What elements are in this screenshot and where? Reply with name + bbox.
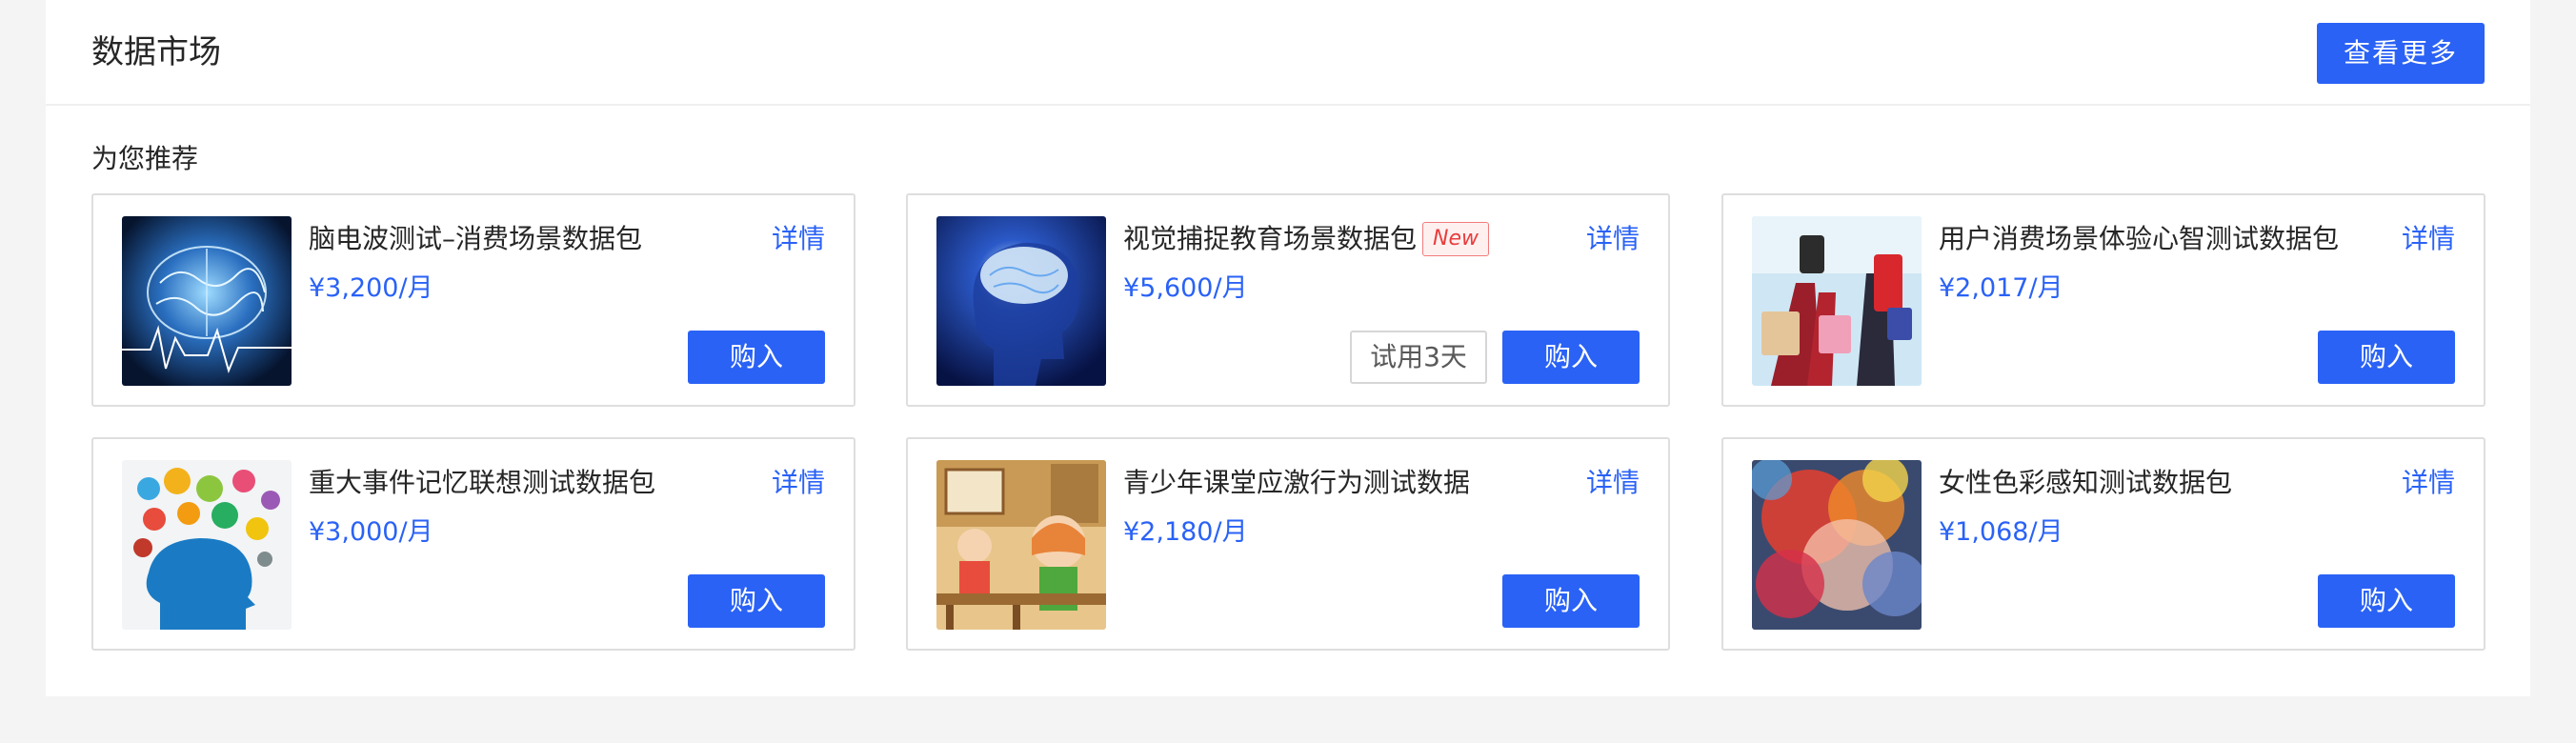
section-title: 为您推荐 [91, 143, 199, 174]
shopping-women-image [1752, 216, 1922, 386]
color-explosion-image [1752, 460, 1922, 630]
product-price: ¥3,200/月 [309, 273, 433, 303]
buy-button[interactable]: 购入 [688, 574, 825, 628]
buy-button[interactable]: 购入 [1502, 331, 1640, 384]
product-name-text: 视觉捕捉教育场景数据包 [1123, 223, 1418, 254]
product-card: 女性色彩感知测试数据包 详情 ¥1,068/月 购入 [1721, 437, 2485, 651]
view-more-button[interactable]: 查看更多 [2317, 23, 2485, 84]
product-price: ¥2,017/月 [1939, 273, 2063, 303]
product-name: 视觉捕捉教育场景数据包 New [1123, 220, 1490, 258]
product-card: 脑电波测试–消费场景数据包 详情 ¥3,200/月 购入 [91, 193, 855, 407]
product-name: 女性色彩感知测试数据包 [1939, 467, 2233, 498]
product-price: ¥1,068/月 [1939, 517, 2063, 547]
buy-button[interactable]: 购入 [2318, 574, 2455, 628]
classroom-cartoon-image [936, 460, 1106, 630]
product-price: ¥3,000/月 [309, 517, 433, 547]
detail-link[interactable]: 详情 [2402, 220, 2455, 258]
product-card: 视觉捕捉教育场景数据包 New 详情 ¥5,600/月 试用3天 购入 [906, 193, 1670, 407]
detail-link[interactable]: 详情 [1586, 464, 1640, 502]
brain-waves-image [122, 216, 292, 386]
page-title: 数据市场 [91, 33, 221, 71]
product-name: 青少年课堂应激行为测试数据 [1123, 467, 1471, 498]
detail-link[interactable]: 详情 [2402, 464, 2455, 502]
buy-button[interactable]: 购入 [688, 331, 825, 384]
product-card: 重大事件记忆联想测试数据包 详情 ¥3,000/月 购入 [91, 437, 855, 651]
new-badge: New [1422, 222, 1490, 256]
product-card: 青少年课堂应激行为测试数据 详情 ¥2,180/月 购入 [906, 437, 1670, 651]
buy-button[interactable]: 购入 [2318, 331, 2455, 384]
product-card: 用户消费场景体验心智测试数据包 详情 ¥2,017/月 购入 [1721, 193, 2485, 407]
trial-button[interactable]: 试用3天 [1350, 331, 1487, 384]
buy-button[interactable]: 购入 [1502, 574, 1640, 628]
detail-link[interactable]: 详情 [772, 220, 825, 258]
product-name: 脑电波测试–消费场景数据包 [309, 223, 643, 254]
detail-link[interactable]: 详情 [772, 464, 825, 502]
data-market-panel: 数据市场 查看更多 为您推荐 脑电波测试–消费场景数据包 详情 ¥3,200/月… [46, 0, 2530, 696]
detail-link[interactable]: 详情 [1586, 220, 1640, 258]
product-price: ¥2,180/月 [1123, 517, 1248, 547]
product-price: ¥5,600/月 [1123, 273, 1248, 303]
product-name: 重大事件记忆联想测试数据包 [309, 467, 656, 498]
panel-header: 数据市场 查看更多 [46, 0, 2530, 106]
product-name: 用户消费场景体验心智测试数据包 [1939, 223, 2340, 254]
head-icons-image [122, 460, 292, 630]
glowing-brain-head-image [936, 216, 1106, 386]
